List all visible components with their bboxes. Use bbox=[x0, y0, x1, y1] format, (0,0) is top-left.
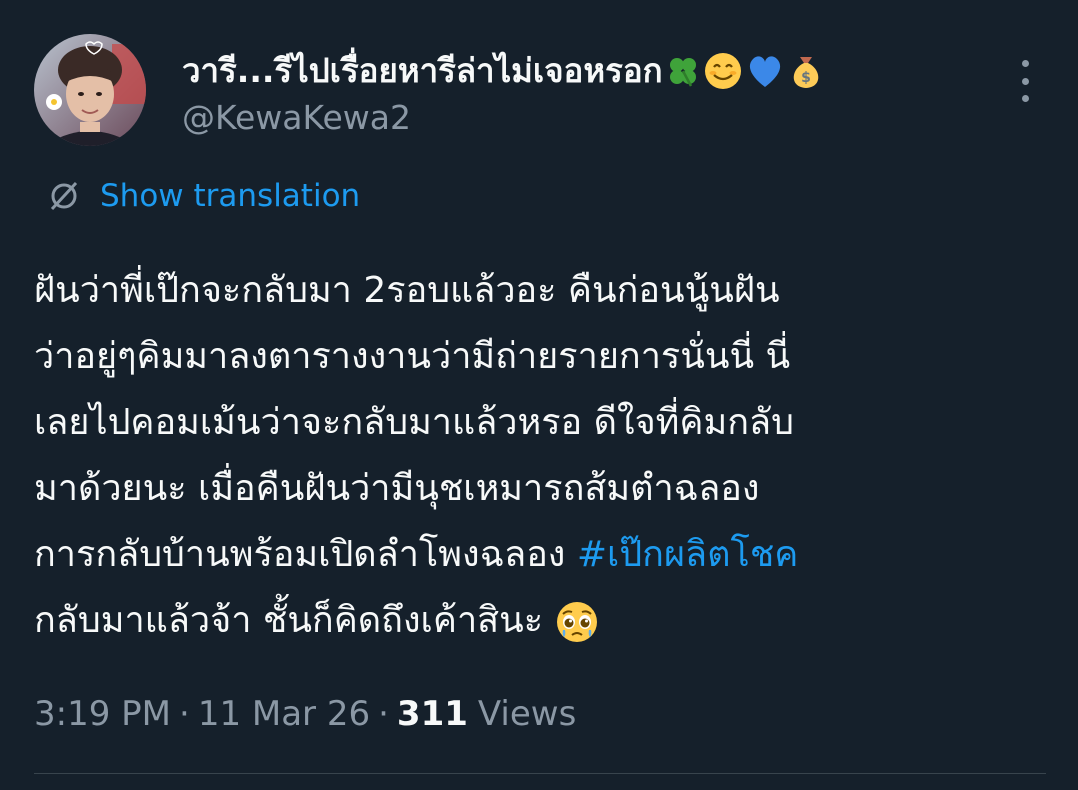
display-name-emojis: $ bbox=[665, 51, 825, 91]
views-label: Views bbox=[477, 694, 577, 734]
svg-text:$: $ bbox=[801, 70, 811, 86]
avatar[interactable] bbox=[34, 34, 146, 146]
tweet-detail: วารี...รีไปเรื่อยหารีล่าไม่เจอหรอก $ @Ke… bbox=[0, 0, 1078, 790]
avatar-photo bbox=[34, 34, 146, 146]
smiling-face-icon bbox=[704, 52, 741, 89]
tweet-text-segment: การกลับบ้านพร้อมเปิดลำโพงฉลอง bbox=[34, 534, 577, 575]
tweet-text-segment: กลับมาแล้วจ้า ชั้นก็คิดถึงเค้าสินะ bbox=[34, 600, 544, 641]
globe-translate-icon bbox=[50, 181, 78, 211]
tweet-time[interactable]: 3:19 PM bbox=[34, 694, 171, 734]
tweet-text: ฝันว่าพี่เป๊กจะกลับมา 2รอบแล้วอะ คืนก่อน… bbox=[34, 258, 1044, 654]
divider bbox=[34, 773, 1046, 774]
author-display-name[interactable]: วารี...รีไปเรื่อยหารีล่าไม่เจอหรอก $ bbox=[182, 44, 825, 97]
display-name-text: วารี...รีไปเรื่อยหารีล่าไม่เจอหรอก bbox=[182, 51, 663, 90]
meta-separator: · bbox=[179, 694, 190, 734]
meta-separator: · bbox=[378, 694, 389, 734]
author-handle[interactable]: @KewaKewa2 bbox=[182, 98, 411, 137]
more-dot-icon bbox=[1021, 77, 1029, 85]
more-options-button[interactable] bbox=[1014, 60, 1036, 102]
tweet-text-line: กลับมาแล้วจ้า ชั้นก็คิดถึงเค้าสินะ bbox=[34, 588, 1044, 654]
more-dot-icon bbox=[1021, 95, 1029, 102]
tweet-text-line: ว่าอยู่ๆคิมมาลงตารางงานว่ามีถ่ายรายการนั… bbox=[34, 336, 791, 377]
tweet-text-line: มาด้วยนะ เมื่อคืนฝันว่ามีนุชเหมารถส้มตำฉ… bbox=[34, 468, 760, 509]
four-leaf-clover-icon bbox=[669, 57, 696, 87]
tweet-text-line: การกลับบ้านพร้อมเปิดลำโพงฉลอง #เป๊กผลิตโ… bbox=[34, 522, 1044, 588]
tweet-meta: 3:19 PM · 11 Mar 26 · 311 Views bbox=[34, 694, 576, 734]
tweet-date[interactable]: 11 Mar 26 bbox=[198, 694, 370, 734]
more-dot-icon bbox=[1021, 60, 1029, 67]
show-translation-button[interactable]: Show translation bbox=[44, 176, 360, 216]
views-count: 311 bbox=[396, 694, 468, 734]
tweet-text-line: เลยไปคอมเม้นว่าจะกลับมาแล้วหรอ ดีใจที่คิ… bbox=[34, 402, 794, 443]
pleading-face-icon bbox=[556, 602, 597, 642]
tweet-text-line: ฝันว่าพี่เป๊กจะกลับมา 2รอบแล้วอะ คืนก่อน… bbox=[34, 270, 780, 311]
blue-heart-icon bbox=[749, 55, 780, 87]
hashtag-link[interactable]: #เป๊กผลิตโชค bbox=[577, 534, 799, 575]
show-translation-label: Show translation bbox=[100, 178, 361, 214]
money-bag-icon: $ bbox=[793, 56, 818, 88]
